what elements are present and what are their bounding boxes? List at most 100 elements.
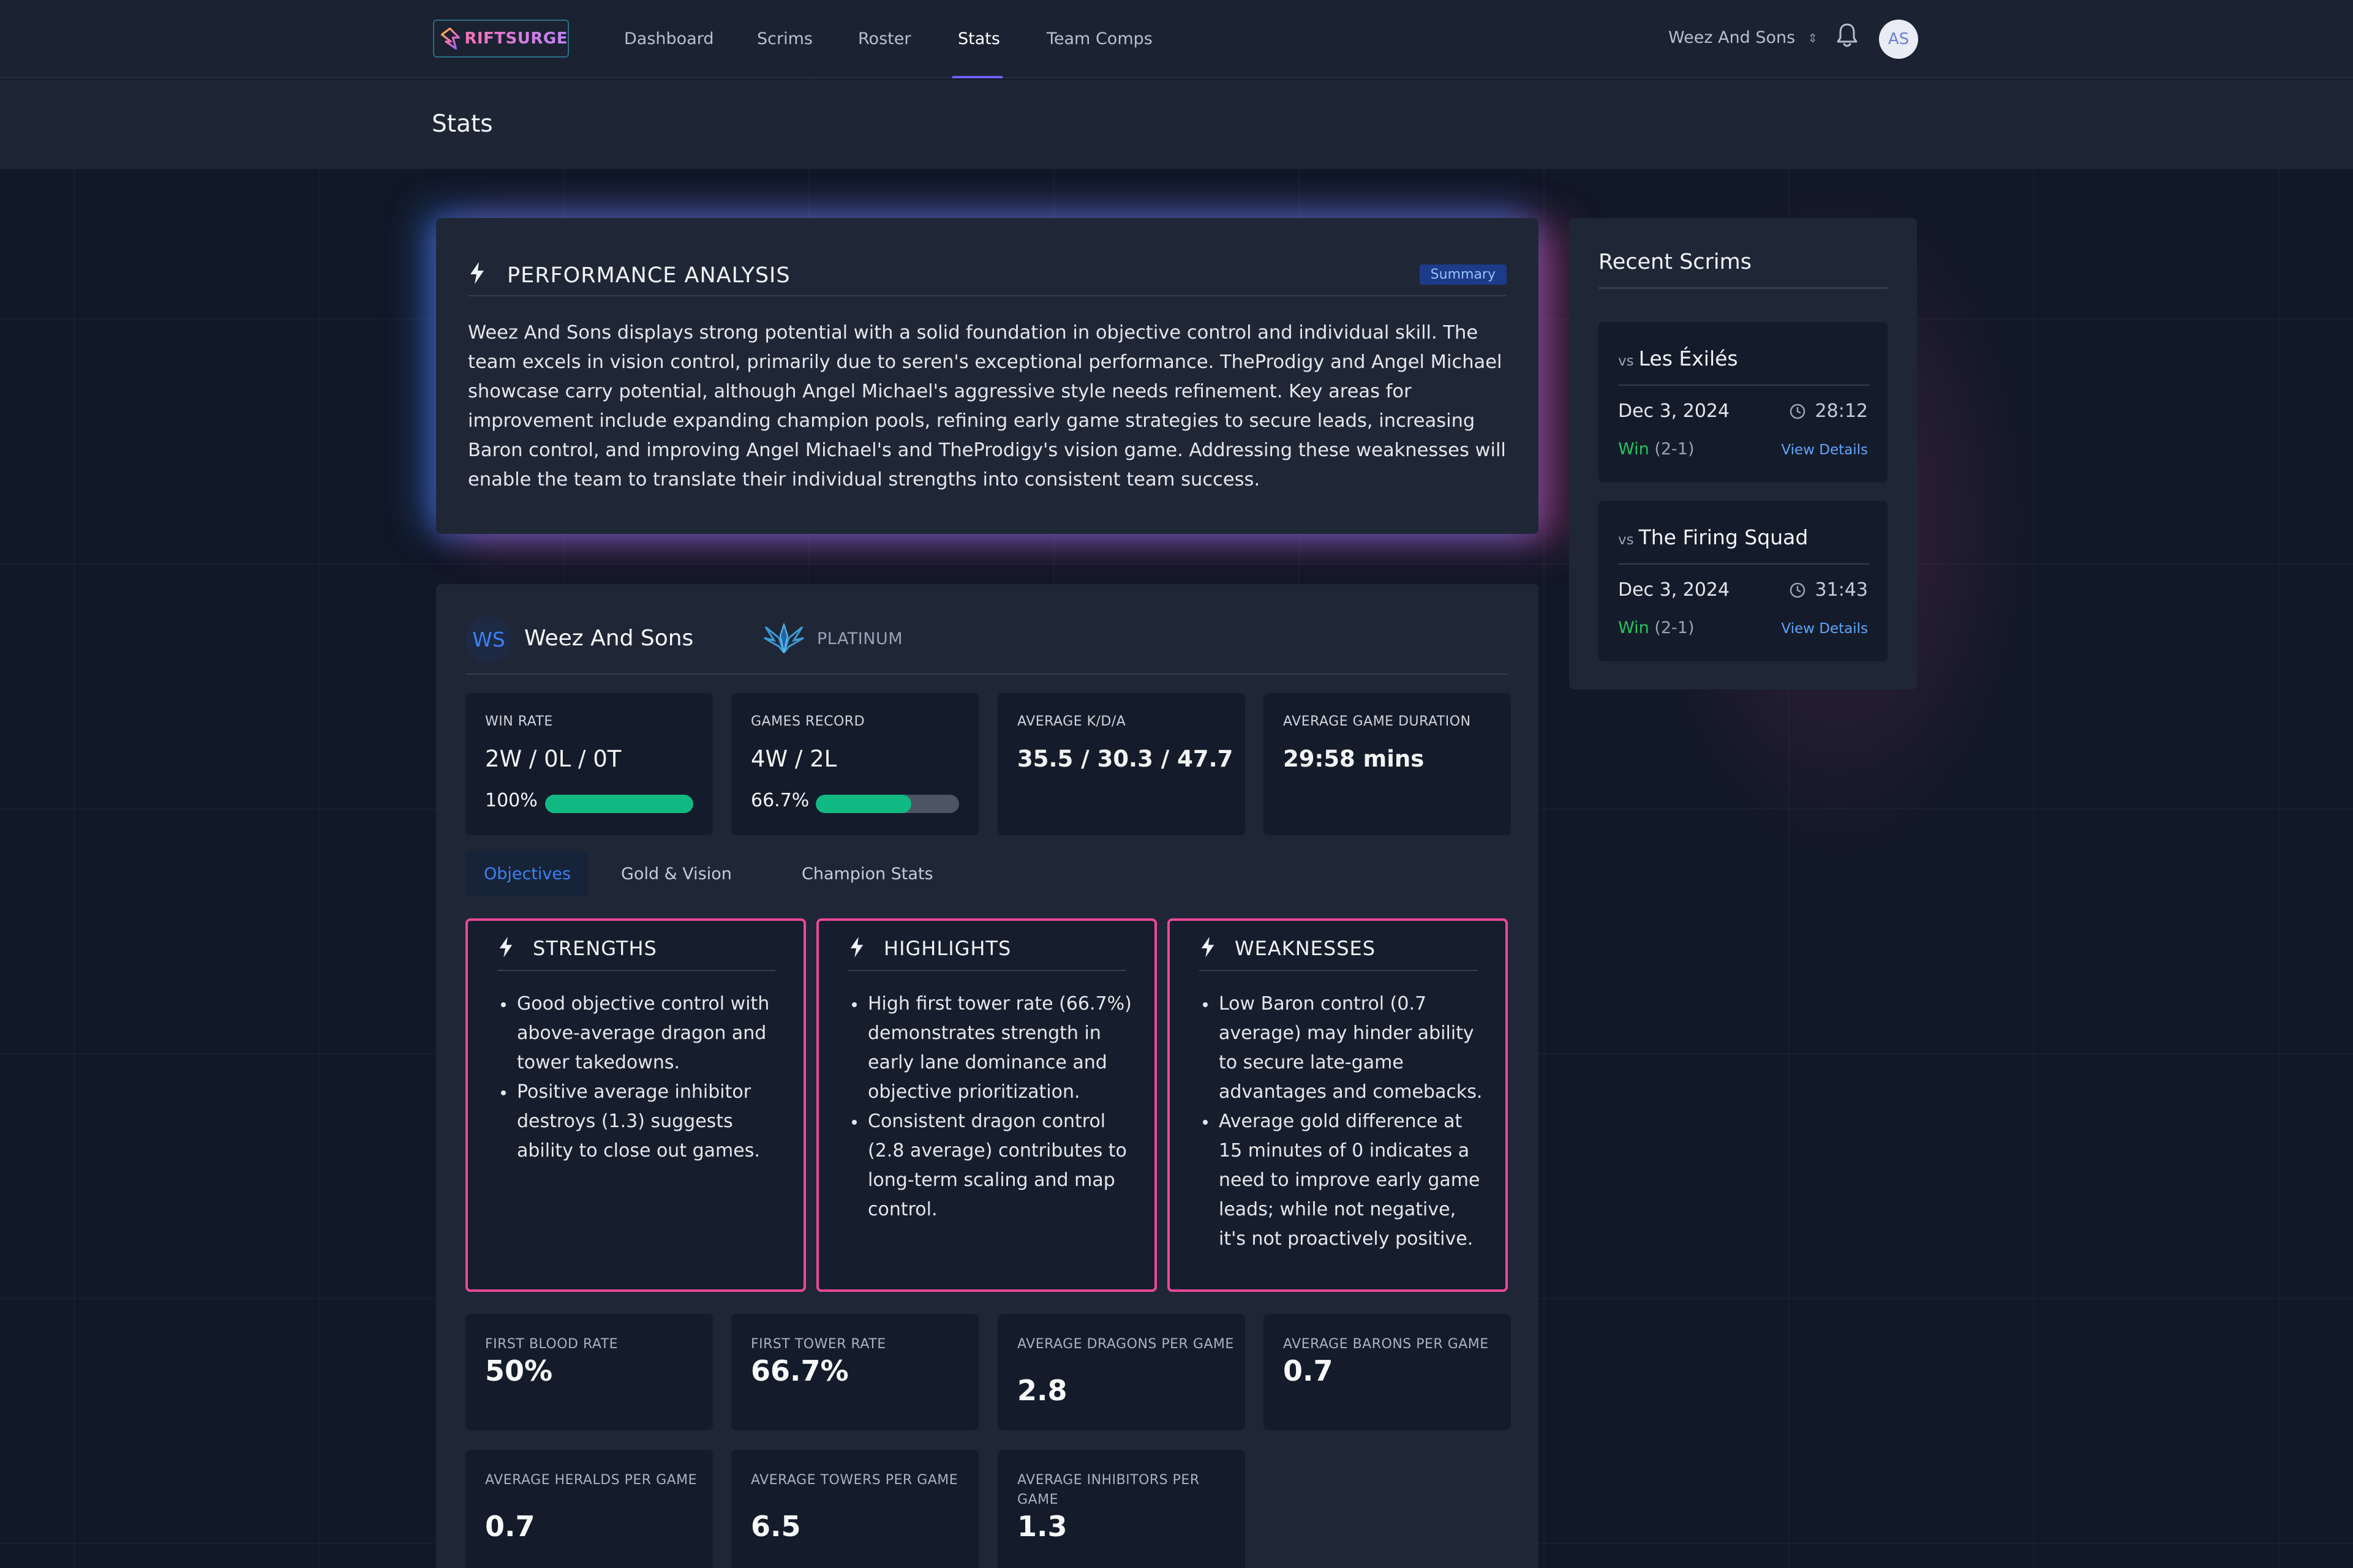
- metric-value: 0.7: [1283, 1354, 1333, 1387]
- team-name: Weez And Sons: [524, 626, 694, 651]
- tab-objectives[interactable]: Objectives: [465, 851, 588, 896]
- duration-value: 31:43: [1815, 579, 1868, 601]
- scrim-opponent: vs Les Éxilés: [1618, 347, 1869, 386]
- metric-value: 2.8: [1017, 1374, 1067, 1407]
- first-blood-rate-box: FIRST BLOOD RATE 50%: [465, 1314, 713, 1430]
- progress-fill: [545, 795, 693, 813]
- lightning-icon: [850, 937, 864, 958]
- bell-icon[interactable]: [1835, 22, 1859, 49]
- recent-scrims-panel: Recent Scrims vs Les Éxilés Dec 3, 2024 2…: [1569, 218, 1917, 689]
- opponent-name: The Firing Squad: [1638, 525, 1809, 549]
- tab-gold-vision[interactable]: Gold & Vision: [603, 851, 750, 896]
- weaknesses-header: WEAKNESSES: [1199, 934, 1477, 971]
- result-label: Win: [1618, 618, 1649, 637]
- metric-label: AVERAGE HERALDS PER GAME: [485, 1472, 698, 1488]
- first-tower-rate-box: FIRST TOWER RATE 66.7%: [731, 1314, 979, 1430]
- clock-icon: [1790, 582, 1805, 598]
- highlights-card: HIGHLIGHTS High first tower rate (66.7%)…: [816, 918, 1157, 1292]
- metric-label: AVERAGE INHIBITORS PER GAME: [1017, 1472, 1200, 1507]
- app-logo[interactable]: RIFTSURGE: [433, 20, 569, 58]
- weaknesses-title: WEAKNESSES: [1235, 937, 1376, 960]
- scrim-date: Dec 3, 2024: [1618, 400, 1730, 422]
- list-item: Positive average inhibitor destroys (1.3…: [499, 1078, 786, 1166]
- result-label: Win: [1618, 440, 1649, 459]
- riftsurge-logo-icon: [440, 27, 461, 50]
- games-record-box: GAMES RECORD 4W / 2L 66.7%: [731, 693, 979, 835]
- heralds-per-game-box: AVERAGE HERALDS PER GAME 0.7: [465, 1450, 713, 1568]
- stat-label: GAMES RECORD: [751, 714, 865, 729]
- vs-label: vs: [1618, 353, 1634, 369]
- progress-fill: [816, 795, 912, 813]
- list-item: Good objective control with above-averag…: [499, 989, 786, 1078]
- kda-box: AVERAGE K/D/A 35.5 / 30.3 / 47.7: [998, 693, 1245, 835]
- team-selector[interactable]: Weez And Sons ⇕: [1668, 28, 1818, 47]
- scrim-result: Win (2-1): [1618, 618, 1694, 637]
- inhibitors-per-game-box: AVERAGE INHIBITORS PER GAME 1.3: [998, 1450, 1245, 1568]
- view-details-link[interactable]: View Details: [1781, 621, 1868, 637]
- lightning-icon: [1201, 937, 1214, 958]
- result-score: (2-1): [1654, 618, 1695, 637]
- stat-label: WIN RATE: [485, 714, 553, 729]
- strengths-list: Good objective control with above-averag…: [499, 989, 786, 1166]
- performance-analysis-title: PERFORMANCE ANALYSIS: [507, 263, 791, 288]
- nav-dashboard[interactable]: Dashboard: [624, 29, 713, 48]
- stat-percent: 66.7%: [751, 790, 810, 811]
- scrim-result: Win (2-1): [1618, 440, 1694, 459]
- tab-champion-stats[interactable]: Champion Stats: [783, 851, 952, 896]
- nav-scrims[interactable]: Scrims: [757, 29, 813, 48]
- stat-label: AVERAGE GAME DURATION: [1283, 714, 1471, 729]
- summary-badge: Summary: [1419, 264, 1507, 285]
- barons-per-game-box: AVERAGE BARONS PER GAME 0.7: [1263, 1314, 1511, 1430]
- opponent-name: Les Éxilés: [1638, 347, 1738, 370]
- page-title: Stats: [432, 110, 493, 138]
- metric-label: AVERAGE BARONS PER GAME: [1283, 1337, 1489, 1352]
- lightning-icon: [470, 262, 484, 284]
- stat-value: 29:58 mins: [1283, 746, 1425, 772]
- metric-value: 6.5: [751, 1510, 801, 1543]
- top-navbar: RIFTSURGE Dashboard Scrims Roster Stats …: [0, 0, 2353, 78]
- team-stats-card: WS Weez And Sons PLATINUM WIN RATE 2W / …: [436, 584, 1538, 1568]
- strengths-title: STRENGTHS: [533, 937, 657, 960]
- team-logo: WS: [465, 616, 512, 662]
- weaknesses-list: Low Baron control (0.7 average) may hind…: [1200, 989, 1488, 1254]
- chevron-up-down-icon: ⇕: [1807, 30, 1818, 45]
- view-details-link[interactable]: View Details: [1781, 442, 1868, 458]
- metric-value: 66.7%: [751, 1354, 849, 1387]
- vs-label: vs: [1618, 532, 1634, 548]
- metric-value: 0.7: [485, 1510, 535, 1543]
- list-item: Average gold difference at 15 minutes of…: [1200, 1107, 1488, 1254]
- nav-stats[interactable]: Stats: [958, 29, 1000, 48]
- nav-team-comps[interactable]: Team Comps: [1047, 29, 1153, 48]
- highlights-header: HIGHLIGHTS: [848, 934, 1126, 971]
- list-item: Low Baron control (0.7 average) may hind…: [1200, 989, 1488, 1107]
- win-rate-progress-bar: [545, 795, 693, 813]
- scrim-duration: 31:43: [1788, 579, 1868, 601]
- list-item: High first tower rate (66.7%) demonstrat…: [849, 989, 1137, 1107]
- lightning-icon: [499, 937, 513, 958]
- scrim-card[interactable]: vs Les Éxilés Dec 3, 2024 28:12 Win (2-1)…: [1598, 322, 1888, 482]
- metric-value: 1.3: [1017, 1510, 1067, 1543]
- win-rate-box: WIN RATE 2W / 0L / 0T 100%: [465, 693, 713, 835]
- platinum-rank-icon: [764, 622, 804, 653]
- nav-roster[interactable]: Roster: [858, 29, 911, 48]
- metric-label: AVERAGE TOWERS PER GAME: [751, 1472, 958, 1488]
- user-avatar[interactable]: AS: [1879, 20, 1918, 59]
- weaknesses-card: WEAKNESSES Low Baron control (0.7 averag…: [1167, 918, 1508, 1292]
- active-nav-indicator: [952, 76, 1003, 78]
- performance-analysis-card: PERFORMANCE ANALYSIS Summary Weez And So…: [436, 218, 1538, 534]
- stat-label: AVERAGE K/D/A: [1017, 714, 1126, 729]
- performance-analysis-text: Weez And Sons displays strong potential …: [468, 322, 1506, 490]
- scrim-card[interactable]: vs The Firing Squad Dec 3, 2024 31:43 Win…: [1598, 501, 1888, 661]
- metric-label: AVERAGE DRAGONS PER GAME: [1017, 1337, 1234, 1352]
- team-rank: PLATINUM: [817, 629, 903, 648]
- stat-percent: 100%: [485, 790, 538, 811]
- stat-value: 4W / 2L: [751, 746, 837, 772]
- game-duration-box: AVERAGE GAME DURATION 29:58 mins: [1263, 693, 1511, 835]
- recent-scrims-title: Recent Scrims: [1598, 250, 1888, 289]
- metric-value: 50%: [485, 1354, 553, 1387]
- highlights-list: High first tower rate (66.7%) demonstrat…: [849, 989, 1137, 1225]
- scrim-date: Dec 3, 2024: [1618, 579, 1730, 601]
- metric-label: FIRST BLOOD RATE: [485, 1337, 619, 1352]
- games-record-progress-bar: [816, 795, 959, 813]
- metric-label: FIRST TOWER RATE: [751, 1337, 886, 1352]
